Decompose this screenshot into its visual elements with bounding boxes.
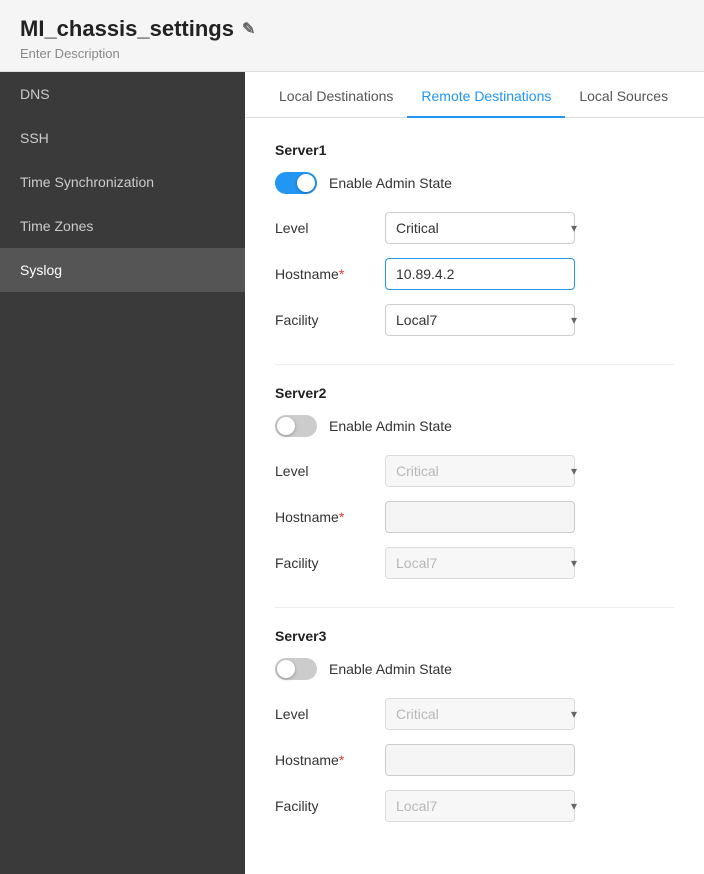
server2-hostname-row: Hostname* [275, 501, 674, 533]
server3-hostname-wrapper [385, 744, 585, 776]
server3-toggle-label: Enable Admin State [329, 661, 452, 677]
sidebar: DNS SSH Time Synchronization Time Zones … [0, 72, 245, 874]
sidebar-item-time-zones[interactable]: Time Zones [0, 204, 245, 248]
server1-hostname-row: Hostname* [275, 258, 674, 290]
server2-level-label: Level [275, 463, 385, 479]
server2-section: Server2 Enable Admin State Level Critica… [275, 385, 674, 579]
server2-facility-row: Facility Local7 ▾ [275, 547, 674, 579]
server1-hostname-label: Hostname* [275, 266, 385, 282]
server1-hostname-wrapper [385, 258, 585, 290]
server1-toggle-row: Enable Admin State [275, 172, 674, 194]
server2-title: Server2 [275, 385, 674, 401]
server3-toggle-thumb [277, 660, 295, 678]
server3-facility-row: Facility Local7 ▾ [275, 790, 674, 822]
server2-toggle-thumb [277, 417, 295, 435]
server1-toggle-label: Enable Admin State [329, 175, 452, 191]
server2-level-wrapper: Critical ▾ [385, 455, 585, 487]
server1-facility-wrapper: Local0Local1Local2 Local3Local4Local5 Lo… [385, 304, 585, 336]
content-area: Server1 Enable Admin State Level Critica… [245, 118, 704, 874]
sidebar-item-time-synchronization[interactable]: Time Synchronization [0, 160, 245, 204]
server2-level-row: Level Critical ▾ [275, 455, 674, 487]
tab-bar: Local Destinations Remote Destinations L… [245, 72, 704, 118]
server3-level-row: Level Critical ▾ [275, 698, 674, 730]
main-layout: DNS SSH Time Synchronization Time Zones … [0, 72, 704, 874]
server3-level-wrapper: Critical ▾ [385, 698, 585, 730]
server3-hostname-row: Hostname* [275, 744, 674, 776]
server3-title: Server3 [275, 628, 674, 644]
divider-2 [275, 607, 674, 608]
server2-hostname-label: Hostname* [275, 509, 385, 525]
server3-facility-label: Facility [275, 798, 385, 814]
server2-hostname-wrapper [385, 501, 585, 533]
server2-toggle-label: Enable Admin State [329, 418, 452, 434]
tab-local-sources[interactable]: Local Sources [565, 72, 682, 118]
server2-toggle-row: Enable Admin State [275, 415, 674, 437]
tab-local-destinations[interactable]: Local Destinations [265, 72, 407, 118]
main-content: Local Destinations Remote Destinations L… [245, 72, 704, 874]
server1-hostname-input[interactable] [385, 258, 575, 290]
server1-level-select[interactable]: Critical Error Warning Notice Info Debug [385, 212, 575, 244]
server3-hostname-label: Hostname* [275, 752, 385, 768]
server3-level-select: Critical [385, 698, 575, 730]
server1-toggle[interactable] [275, 172, 317, 194]
server3-hostname-input [385, 744, 575, 776]
server1-toggle-thumb [297, 174, 315, 192]
server1-title: Server1 [275, 142, 674, 158]
server2-toggle[interactable] [275, 415, 317, 437]
page-title-row: MI_chassis_settings ✎ [20, 16, 684, 42]
server3-toggle-row: Enable Admin State [275, 658, 674, 680]
server2-facility-select: Local7 [385, 547, 575, 579]
server3-facility-select: Local7 [385, 790, 575, 822]
server3-section: Server3 Enable Admin State Level Critica… [275, 628, 674, 822]
server1-facility-select[interactable]: Local0Local1Local2 Local3Local4Local5 Lo… [385, 304, 575, 336]
server1-level-wrapper: Critical Error Warning Notice Info Debug… [385, 212, 585, 244]
sidebar-item-syslog[interactable]: Syslog [0, 248, 245, 292]
server2-facility-label: Facility [275, 555, 385, 571]
server2-level-select: Critical [385, 455, 575, 487]
server1-facility-label: Facility [275, 312, 385, 328]
server3-facility-wrapper: Local7 ▾ [385, 790, 585, 822]
server3-toggle[interactable] [275, 658, 317, 680]
server3-level-label: Level [275, 706, 385, 722]
sidebar-item-dns[interactable]: DNS [0, 72, 245, 116]
divider-1 [275, 364, 674, 365]
server1-section: Server1 Enable Admin State Level Critica… [275, 142, 674, 336]
server1-level-row: Level Critical Error Warning Notice Info… [275, 212, 674, 244]
sidebar-item-ssh[interactable]: SSH [0, 116, 245, 160]
edit-icon[interactable]: ✎ [242, 19, 255, 39]
page-subtitle: Enter Description [20, 46, 684, 61]
server2-hostname-required: * [339, 509, 344, 525]
server3-hostname-required: * [339, 752, 344, 768]
server2-hostname-input [385, 501, 575, 533]
server1-hostname-required: * [339, 266, 344, 282]
server1-level-label: Level [275, 220, 385, 236]
page-title: MI_chassis_settings [20, 16, 234, 42]
page-header: MI_chassis_settings ✎ Enter Description [0, 0, 704, 72]
server2-facility-wrapper: Local7 ▾ [385, 547, 585, 579]
tab-remote-destinations[interactable]: Remote Destinations [407, 72, 565, 118]
server1-facility-row: Facility Local0Local1Local2 Local3Local4… [275, 304, 674, 336]
